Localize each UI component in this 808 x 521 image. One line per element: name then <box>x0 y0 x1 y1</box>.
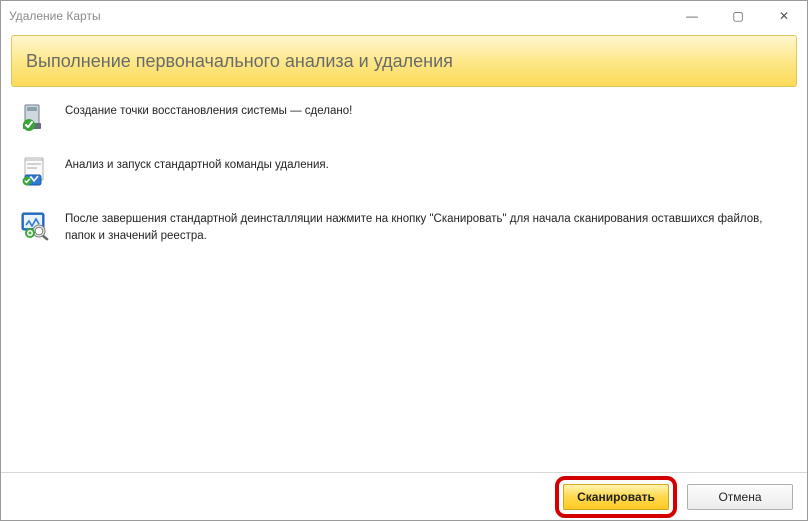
step-row: После завершения стандартной деинсталляц… <box>19 209 789 244</box>
header-band: Выполнение первоначального анализа и уда… <box>11 35 797 87</box>
highlight-frame: Сканировать <box>555 476 677 518</box>
step-row: Создание точки восстановления системы — … <box>19 101 789 133</box>
scan-button[interactable]: Сканировать <box>563 484 669 510</box>
step-text: После завершения стандартной деинсталляц… <box>65 209 789 244</box>
analyze-command-icon <box>19 155 51 187</box>
titlebar: Удаление Карты — ▢ ✕ <box>1 1 807 31</box>
cancel-button-label: Отмена <box>718 490 761 504</box>
close-icon: ✕ <box>779 9 789 23</box>
app-window: Удаление Карты — ▢ ✕ Выполнение первонач… <box>0 0 808 521</box>
window-title: Удаление Карты <box>9 9 669 23</box>
minimize-icon: — <box>686 9 698 23</box>
minimize-button[interactable]: — <box>669 1 715 31</box>
step-text: Анализ и запуск стандартной команды удал… <box>65 155 329 174</box>
content-area: Создание точки восстановления системы — … <box>1 87 807 472</box>
maximize-icon: ▢ <box>732 9 743 23</box>
close-button[interactable]: ✕ <box>761 1 807 31</box>
scan-button-label: Сканировать <box>577 490 655 504</box>
page-title: Выполнение первоначального анализа и уда… <box>26 51 453 72</box>
step-row: Анализ и запуск стандартной команды удал… <box>19 155 789 187</box>
cancel-button[interactable]: Отмена <box>687 484 793 510</box>
step-text: Создание точки восстановления системы — … <box>65 101 352 120</box>
footer-bar: Сканировать Отмена <box>1 472 807 520</box>
maximize-button[interactable]: ▢ <box>715 1 761 31</box>
restore-point-done-icon <box>19 101 51 133</box>
scan-leftovers-icon <box>19 209 51 241</box>
